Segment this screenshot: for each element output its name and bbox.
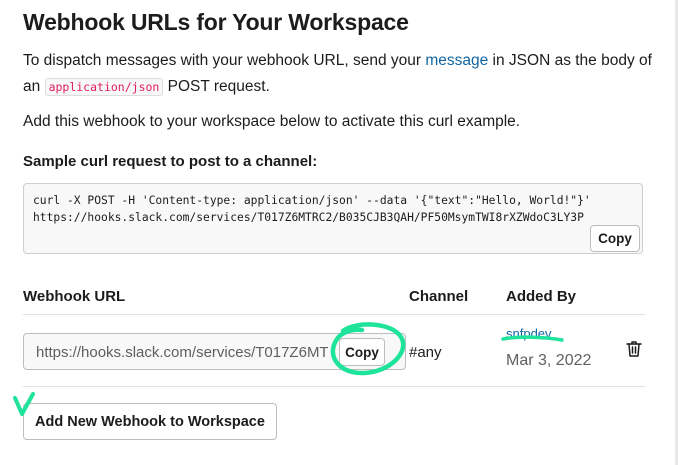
column-header-added-by: Added By [506, 288, 577, 305]
content-type-code: application/json [44, 78, 164, 96]
intro-text-1: To dispatch messages with your webhook U… [23, 52, 426, 69]
sample-curl-code: curl -X POST -H 'Content-type: applicati… [33, 194, 598, 224]
instruction-text: Add this webhook to your workspace below… [23, 113, 521, 130]
add-new-webhook-button[interactable]: Add New Webhook to Workspace [23, 403, 277, 440]
channel-value: #any [409, 344, 442, 361]
sample-curl-heading: Sample curl request to post to a channel… [23, 153, 318, 170]
copy-curl-button[interactable]: Copy [590, 225, 640, 252]
trash-icon[interactable] [624, 339, 644, 359]
column-header-channel: Channel [409, 288, 469, 305]
copy-webhook-url-button[interactable]: Copy [339, 338, 385, 366]
table-row-divider [23, 386, 645, 387]
message-link[interactable]: message [425, 52, 488, 69]
added-date: Mar 3, 2022 [506, 352, 592, 369]
sample-curl-codebox: curl -X POST -H 'Content-type: applicati… [23, 183, 643, 254]
intro-text-3: POST request. [163, 78, 270, 95]
table-header-divider [23, 314, 645, 315]
column-header-webhook-url: Webhook URL [23, 288, 126, 305]
intro-paragraph: To dispatch messages with your webhook U… [23, 48, 663, 100]
page-title: Webhook URLs for Your Workspace [23, 9, 409, 35]
added-by-user-link[interactable]: snfpdev [506, 326, 552, 341]
webhook-url-value: https://hooks.slack.com/services/T017Z6M… [36, 344, 328, 361]
